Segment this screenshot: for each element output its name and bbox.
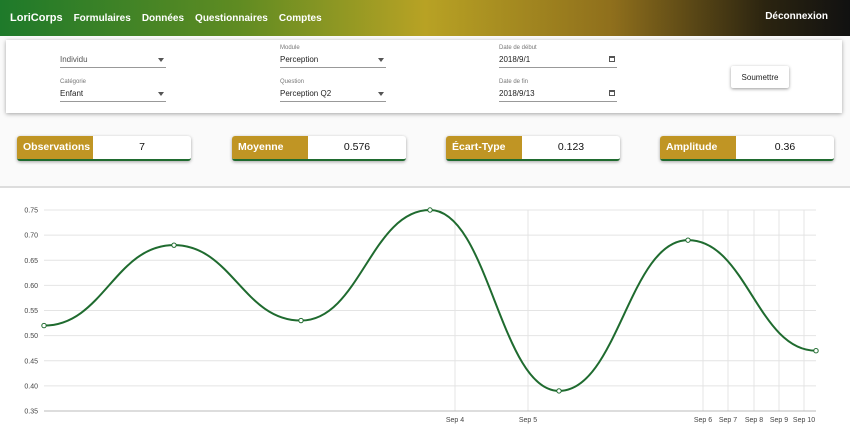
date-debut-value: 2018/9/1	[499, 55, 531, 64]
top-navbar: LoriCorps Formulaires Données Questionna…	[0, 0, 850, 36]
chart-panel: 0.75 0.70 0.65 0.60 0.55 0.50 0.45 0.40 0.35 Sep …	[0, 186, 850, 439]
series-line	[43, 208, 817, 392]
data-point	[41, 322, 47, 329]
stat-label: Amplitude	[660, 136, 736, 159]
calendar-icon[interactable]	[609, 56, 615, 62]
y-tick-label: 0.60	[24, 283, 38, 290]
stat-label: Moyenne	[232, 136, 308, 159]
date-fin-input[interactable]: Date de fin 2018/9/13	[499, 79, 617, 102]
stat-value: 7	[139, 141, 145, 153]
y-tick-label: 0.70	[24, 233, 38, 240]
question-select[interactable]: Question Perception Q2	[280, 79, 386, 102]
x-tick-label: Sep 4	[446, 417, 464, 424]
individu-value: Individu	[60, 55, 88, 64]
stat-card-observations: Observations 7	[17, 136, 191, 161]
x-tick-label: Sep 10	[793, 417, 815, 424]
data-point	[556, 388, 562, 394]
chevron-down-icon	[378, 92, 384, 96]
x-tick-label: Sep 6	[694, 417, 712, 424]
nav-link-donnees[interactable]: Données	[142, 13, 184, 24]
chevron-down-icon	[158, 58, 164, 62]
stat-label: Écart-Type	[446, 136, 522, 159]
date-fin-value: 2018/9/13	[499, 89, 535, 98]
y-tick-label: 0.65	[24, 258, 38, 265]
chevron-down-icon	[378, 58, 384, 62]
module-label: Module	[280, 45, 300, 51]
filter-panel: Individu Catégorie Enfant Module Percept…	[6, 40, 842, 113]
x-tick-label: Sep 5	[519, 417, 537, 424]
x-tick-label: Sep 9	[770, 417, 788, 424]
data-point	[298, 317, 304, 324]
individu-select[interactable]: Individu	[60, 54, 166, 68]
stat-label: Observations	[17, 136, 93, 159]
data-point	[685, 237, 691, 243]
data-point	[427, 207, 433, 213]
calendar-icon[interactable]	[609, 90, 615, 96]
date-fin-label: Date de fin	[499, 79, 529, 85]
logout-link[interactable]: Déconnexion	[765, 11, 828, 22]
module-value: Perception	[280, 55, 319, 64]
data-point	[171, 242, 177, 248]
nav-link-questionnaires[interactable]: Questionnaires	[195, 13, 268, 24]
module-select[interactable]: Module Perception	[280, 45, 386, 68]
stat-card-moyenne: Moyenne 0.576	[232, 136, 406, 161]
submit-button[interactable]: Soumettre	[731, 66, 789, 88]
question-value: Perception Q2	[280, 89, 332, 98]
x-tick-label: Sep 8	[745, 417, 763, 424]
chevron-down-icon	[158, 92, 164, 96]
categorie-select[interactable]: Catégorie Enfant	[60, 79, 166, 102]
question-label: Question	[280, 79, 305, 85]
brand-link[interactable]: LoriCorps	[10, 12, 63, 24]
y-tick-label: 0.55	[24, 308, 38, 315]
line-chart: 0.75 0.70 0.65 0.60 0.55 0.50 0.45 0.40 0.35 Sep …	[24, 207, 819, 424]
y-tick-label: 0.40	[24, 383, 38, 390]
stat-card-ecart-type: Écart-Type 0.123	[446, 136, 620, 161]
y-tick-label: 0.35	[24, 409, 38, 416]
y-tick-label: 0.45	[24, 358, 38, 365]
stat-card-amplitude: Amplitude 0.36	[660, 136, 834, 161]
categorie-value: Enfant	[60, 89, 84, 98]
date-debut-input[interactable]: Date de début 2018/9/1	[499, 45, 617, 68]
categorie-label: Catégorie	[60, 79, 87, 85]
y-tick-label: 0.75	[24, 208, 38, 215]
x-tick-label: Sep 7	[719, 417, 737, 424]
stat-value: 0.123	[557, 141, 585, 153]
date-debut-label: Date de début	[499, 45, 537, 51]
nav-link-formulaires[interactable]: Formulaires	[74, 13, 131, 24]
nav-link-comptes[interactable]: Comptes	[279, 13, 322, 24]
data-point	[813, 348, 819, 354]
stat-value: 0.36	[774, 141, 796, 153]
y-tick-label: 0.50	[24, 333, 38, 340]
stat-value: 0.576	[343, 141, 371, 153]
